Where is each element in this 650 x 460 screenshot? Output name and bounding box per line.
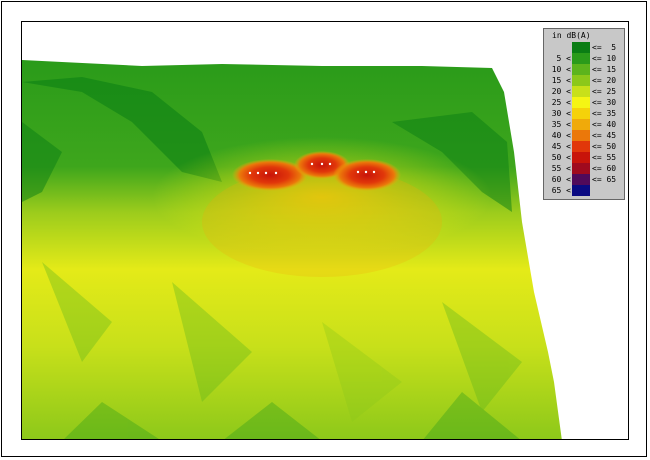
legend-upper-bound: <= 50 [592, 142, 617, 151]
legend-swatch [572, 119, 590, 130]
legend-lower-bound: 5 < [556, 54, 571, 63]
legend-swatch [572, 86, 590, 97]
legend-swatch [572, 64, 590, 75]
legend-lower-bound: 10 < [551, 65, 571, 74]
legend-upper-bound: <= 45 [592, 131, 617, 140]
legend-row: <= 5 [544, 42, 626, 53]
legend-lower-bound: 65 < [551, 186, 571, 195]
legend: in dB(A) <= 55 < <= 10 10 < <= 15 15 < <= 20 2… [543, 28, 625, 200]
legend-lower-bound: 55 < [551, 164, 571, 173]
legend-row: 60 < <= 65 [544, 174, 626, 185]
legend-lower-bound: 60 < [551, 175, 571, 184]
legend-row: 55 < <= 60 [544, 163, 626, 174]
terrain-surface [22, 60, 562, 439]
legend-row: 5 < <= 10 [544, 53, 626, 64]
legend-lower-bound: 50 < [551, 153, 571, 162]
legend-title: in dB(A) [552, 31, 591, 40]
legend-row: 45 < <= 50 [544, 141, 626, 152]
terrain-map [21, 21, 629, 440]
legend-row: 30 < <= 35 [544, 108, 626, 119]
legend-swatch [572, 97, 590, 108]
legend-row: 15 < <= 20 [544, 75, 626, 86]
legend-row: 65 < [544, 185, 626, 196]
legend-swatch [572, 75, 590, 86]
legend-swatch [572, 163, 590, 174]
legend-upper-bound: <= 40 [592, 120, 617, 129]
legend-upper-bound: <= 65 [592, 175, 617, 184]
legend-row: 40 < <= 45 [544, 130, 626, 141]
legend-swatch [572, 174, 590, 185]
legend-upper-bound: <= 15 [592, 65, 617, 74]
legend-swatch [572, 130, 590, 141]
legend-swatch [572, 53, 590, 64]
legend-lower-bound: 35 < [551, 120, 571, 129]
legend-upper-bound: <= 30 [592, 98, 617, 107]
legend-upper-bound: <= 10 [592, 54, 617, 63]
legend-lower-bound: 30 < [551, 109, 571, 118]
legend-upper-bound: <= 55 [592, 153, 617, 162]
legend-upper-bound: <= 35 [592, 109, 617, 118]
legend-swatch [572, 141, 590, 152]
legend-upper-bound: <= 60 [592, 164, 617, 173]
legend-lower-bound: 45 < [551, 142, 571, 151]
legend-lower-bound: 20 < [551, 87, 571, 96]
legend-lower-bound: 15 < [551, 76, 571, 85]
legend-upper-bound: <= 25 [592, 87, 617, 96]
legend-row: 50 < <= 55 [544, 152, 626, 163]
legend-swatch [572, 152, 590, 163]
legend-swatch [572, 108, 590, 119]
legend-row: 20 < <= 25 [544, 86, 626, 97]
legend-row: 25 < <= 30 [544, 97, 626, 108]
legend-swatch [572, 42, 590, 53]
legend-lower-bound: 25 < [551, 98, 571, 107]
legend-row: 10 < <= 15 [544, 64, 626, 75]
hot-zone [333, 159, 401, 191]
legend-row: 35 < <= 40 [544, 119, 626, 130]
legend-upper-bound: <= 20 [592, 76, 617, 85]
legend-upper-bound: <= 5 [592, 43, 617, 52]
legend-lower-bound: 40 < [551, 131, 571, 140]
legend-swatch [572, 185, 590, 196]
